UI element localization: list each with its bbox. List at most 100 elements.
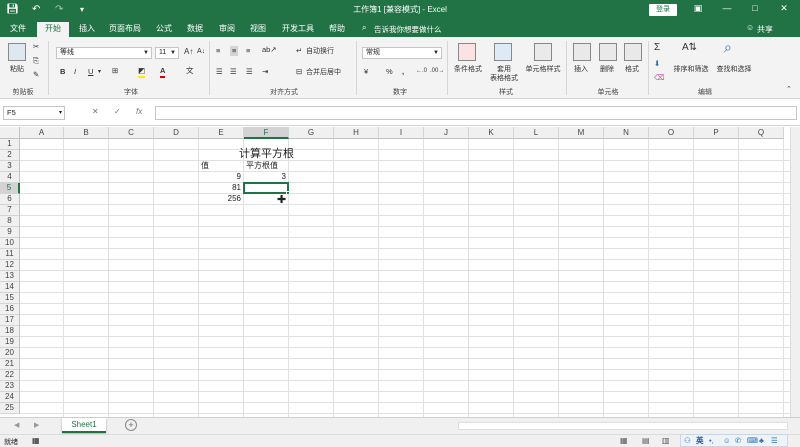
align-middle-icon[interactable]: ≡	[230, 46, 239, 56]
cell-e6[interactable]: 256	[199, 194, 241, 204]
number-format-combo[interactable]: 常规 ▼	[362, 47, 442, 59]
sort-filter-button[interactable]: 排序和筛选	[668, 65, 714, 74]
ime-emoji-icon[interactable]: ☺	[723, 435, 731, 446]
cell-f3[interactable]: 平方根值	[246, 161, 278, 171]
tab-help[interactable]: 帮助	[326, 23, 348, 37]
sort-filter-icon[interactable]: A⇅	[682, 43, 697, 53]
page-break-view-icon[interactable]: ▥	[662, 436, 670, 445]
row-header-21[interactable]: 21	[0, 359, 20, 370]
paste-icon[interactable]	[8, 43, 26, 61]
align-left-icon[interactable]: ☰	[216, 67, 223, 77]
row-header-9[interactable]: 9	[0, 227, 20, 238]
decrease-decimal-icon[interactable]: .00→	[430, 66, 444, 76]
next-sheet-icon[interactable]: ▶	[34, 421, 39, 429]
decrease-font-icon[interactable]: A↓	[197, 47, 205, 57]
delete-cells-icon[interactable]	[599, 43, 617, 61]
underline-icon[interactable]: U	[88, 67, 93, 77]
row-header-25[interactable]: 25	[0, 403, 20, 414]
row-header-10[interactable]: 10	[0, 238, 20, 249]
close-icon[interactable]: ✕	[777, 3, 791, 14]
column-header-e[interactable]: E	[199, 127, 244, 139]
align-top-icon[interactable]: ≡	[216, 46, 220, 56]
column-header-b[interactable]: B	[64, 127, 109, 139]
ribbon-display-icon[interactable]: ▣	[691, 3, 705, 14]
font-name-combo[interactable]: 等线 ▼	[56, 47, 152, 59]
increase-decimal-icon[interactable]: ←.0	[416, 66, 427, 76]
row-header-20[interactable]: 20	[0, 348, 20, 359]
tab-data[interactable]: 数据	[184, 23, 206, 37]
cell-f4[interactable]: 3	[244, 172, 286, 182]
row-header-19[interactable]: 19	[0, 337, 20, 348]
ime-logo-icon[interactable]: ⚇	[684, 435, 691, 446]
ime-language[interactable]: 英	[696, 435, 704, 446]
row-header-12[interactable]: 12	[0, 260, 20, 271]
merge-center-button[interactable]: 合并后居中	[306, 68, 341, 78]
delete-cells-button[interactable]: 删除	[594, 65, 620, 74]
sheet-tab-sheet1[interactable]: Sheet1	[62, 418, 106, 433]
row-header-15[interactable]: 15	[0, 293, 20, 304]
maximize-icon[interactable]: □	[748, 3, 762, 13]
copy-icon[interactable]: ⎘	[33, 56, 39, 66]
clear-icon[interactable]: ⌫	[654, 73, 665, 83]
row-header-3[interactable]: 3	[0, 161, 20, 172]
row-header-16[interactable]: 16	[0, 304, 20, 315]
share-button[interactable]: 共享	[757, 24, 773, 35]
page-layout-view-icon[interactable]: ▤	[642, 436, 650, 445]
column-header-q[interactable]: Q	[739, 127, 784, 139]
row-header-7[interactable]: 7	[0, 205, 20, 216]
fill-handle[interactable]	[286, 191, 290, 195]
login-button[interactable]: 登录	[649, 4, 677, 16]
tab-home[interactable]: 开始	[37, 22, 69, 37]
find-select-button[interactable]: 查找和选择	[712, 65, 756, 74]
align-right-icon[interactable]: ☰	[246, 67, 253, 77]
column-header-o[interactable]: O	[649, 127, 694, 139]
normal-view-icon[interactable]: ▦	[620, 436, 628, 445]
ime-voice-icon[interactable]: ✆	[735, 435, 741, 446]
format-as-table-icon[interactable]	[494, 43, 512, 61]
collapse-ribbon-icon[interactable]: ⌃	[786, 85, 792, 95]
row-header-17[interactable]: 17	[0, 315, 20, 326]
tab-page-layout[interactable]: 页面布局	[107, 23, 143, 37]
percent-button[interactable]: %	[386, 67, 393, 77]
border-icon[interactable]: ⊞	[112, 66, 118, 76]
selected-cell-f5[interactable]	[243, 182, 289, 194]
autosum-icon[interactable]: Σ	[654, 43, 660, 53]
vertical-scrollbar[interactable]	[790, 127, 800, 417]
tab-file[interactable]: 文件	[7, 23, 29, 37]
row-header-24[interactable]: 24	[0, 392, 20, 403]
cell-e4[interactable]: 9	[199, 172, 241, 182]
row-header-13[interactable]: 13	[0, 271, 20, 282]
format-cells-button[interactable]: 格式	[619, 65, 645, 74]
insert-cells-icon[interactable]	[573, 43, 591, 61]
column-header-l[interactable]: L	[514, 127, 559, 139]
column-header-k[interactable]: K	[469, 127, 514, 139]
row-header-14[interactable]: 14	[0, 282, 20, 293]
ime-menu-icon[interactable]: ☰	[771, 435, 778, 446]
fill-icon[interactable]: ⬇	[654, 59, 660, 69]
row-header-18[interactable]: 18	[0, 326, 20, 337]
find-icon[interactable]: ⌕	[724, 40, 732, 54]
formula-input[interactable]	[155, 106, 797, 120]
tab-developer[interactable]: 开发工具	[280, 23, 316, 37]
row-header-2[interactable]: 2	[0, 150, 20, 161]
currency-icon[interactable]: ¥	[364, 67, 368, 77]
insert-cells-button[interactable]: 插入	[568, 65, 594, 74]
cell-e5[interactable]: 81	[199, 183, 241, 193]
cancel-icon[interactable]: ✕	[92, 107, 99, 116]
phonetic-icon[interactable]: 文	[186, 66, 194, 76]
column-header-g[interactable]: G	[289, 127, 334, 139]
tab-view[interactable]: 视图	[247, 23, 269, 37]
chevron-down-icon[interactable]: ▾	[98, 67, 101, 77]
ime-skin-icon[interactable]: ♣	[759, 435, 764, 446]
select-all-button[interactable]	[0, 127, 20, 139]
row-header-6[interactable]: 6	[0, 194, 20, 205]
bold-icon[interactable]: B	[60, 67, 65, 77]
conditional-format-icon[interactable]	[458, 43, 476, 61]
column-header-a[interactable]: A	[20, 127, 64, 139]
column-header-m[interactable]: M	[559, 127, 604, 139]
format-painter-icon[interactable]: ✎	[33, 70, 39, 80]
paste-button[interactable]: 粘贴	[4, 65, 30, 74]
italic-icon[interactable]: I	[74, 67, 76, 77]
prev-sheet-icon[interactable]: ◀	[14, 421, 19, 429]
column-header-i[interactable]: I	[379, 127, 424, 139]
